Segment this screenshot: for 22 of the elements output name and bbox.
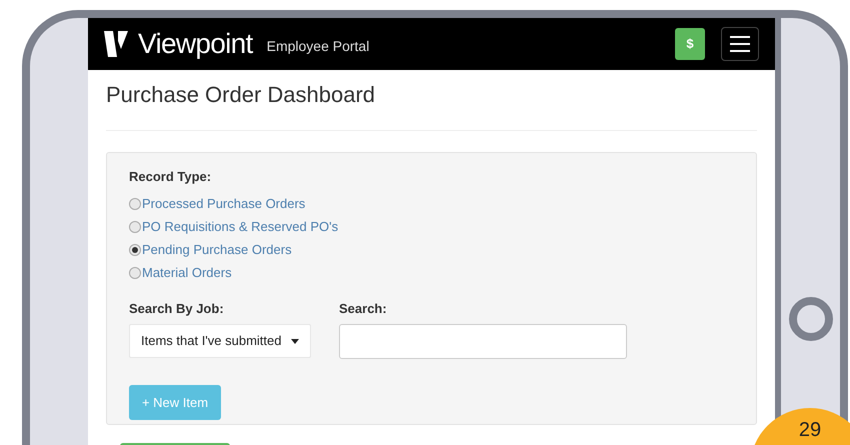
- radio-button[interactable]: [129, 266, 141, 278]
- home-button-icon[interactable]: [789, 297, 833, 341]
- record-type-option[interactable]: Material Orders: [129, 264, 734, 282]
- radio-button[interactable]: [129, 244, 141, 256]
- record-type-option[interactable]: Pending Purchase Orders: [129, 240, 734, 258]
- logo-icon: [104, 29, 130, 59]
- job-select[interactable]: Items that I've submitted: [129, 324, 311, 358]
- money-button[interactable]: $: [675, 28, 705, 60]
- menu-button[interactable]: [721, 27, 759, 61]
- job-label: Search By Job:: [129, 300, 225, 318]
- record-type-option[interactable]: Processed Purchase Orders: [129, 194, 734, 212]
- search-field[interactable]: [339, 324, 627, 359]
- record-type-option[interactable]: PO Requisitions & Reserved PO's: [129, 218, 734, 236]
- search-label: Search:: [339, 300, 388, 318]
- caret-icon: [291, 338, 299, 344]
- record-type-label: Record Type:: [129, 168, 212, 186]
- portal-name: Employee Portal: [266, 36, 370, 56]
- radio-button[interactable]: [129, 198, 141, 210]
- page-title: Purchase Order Dashboard: [106, 81, 376, 109]
- radio-button[interactable]: [129, 220, 141, 232]
- new-item-button[interactable]: + New Item: [129, 385, 221, 420]
- brand-name: Viewpoint: [138, 27, 253, 61]
